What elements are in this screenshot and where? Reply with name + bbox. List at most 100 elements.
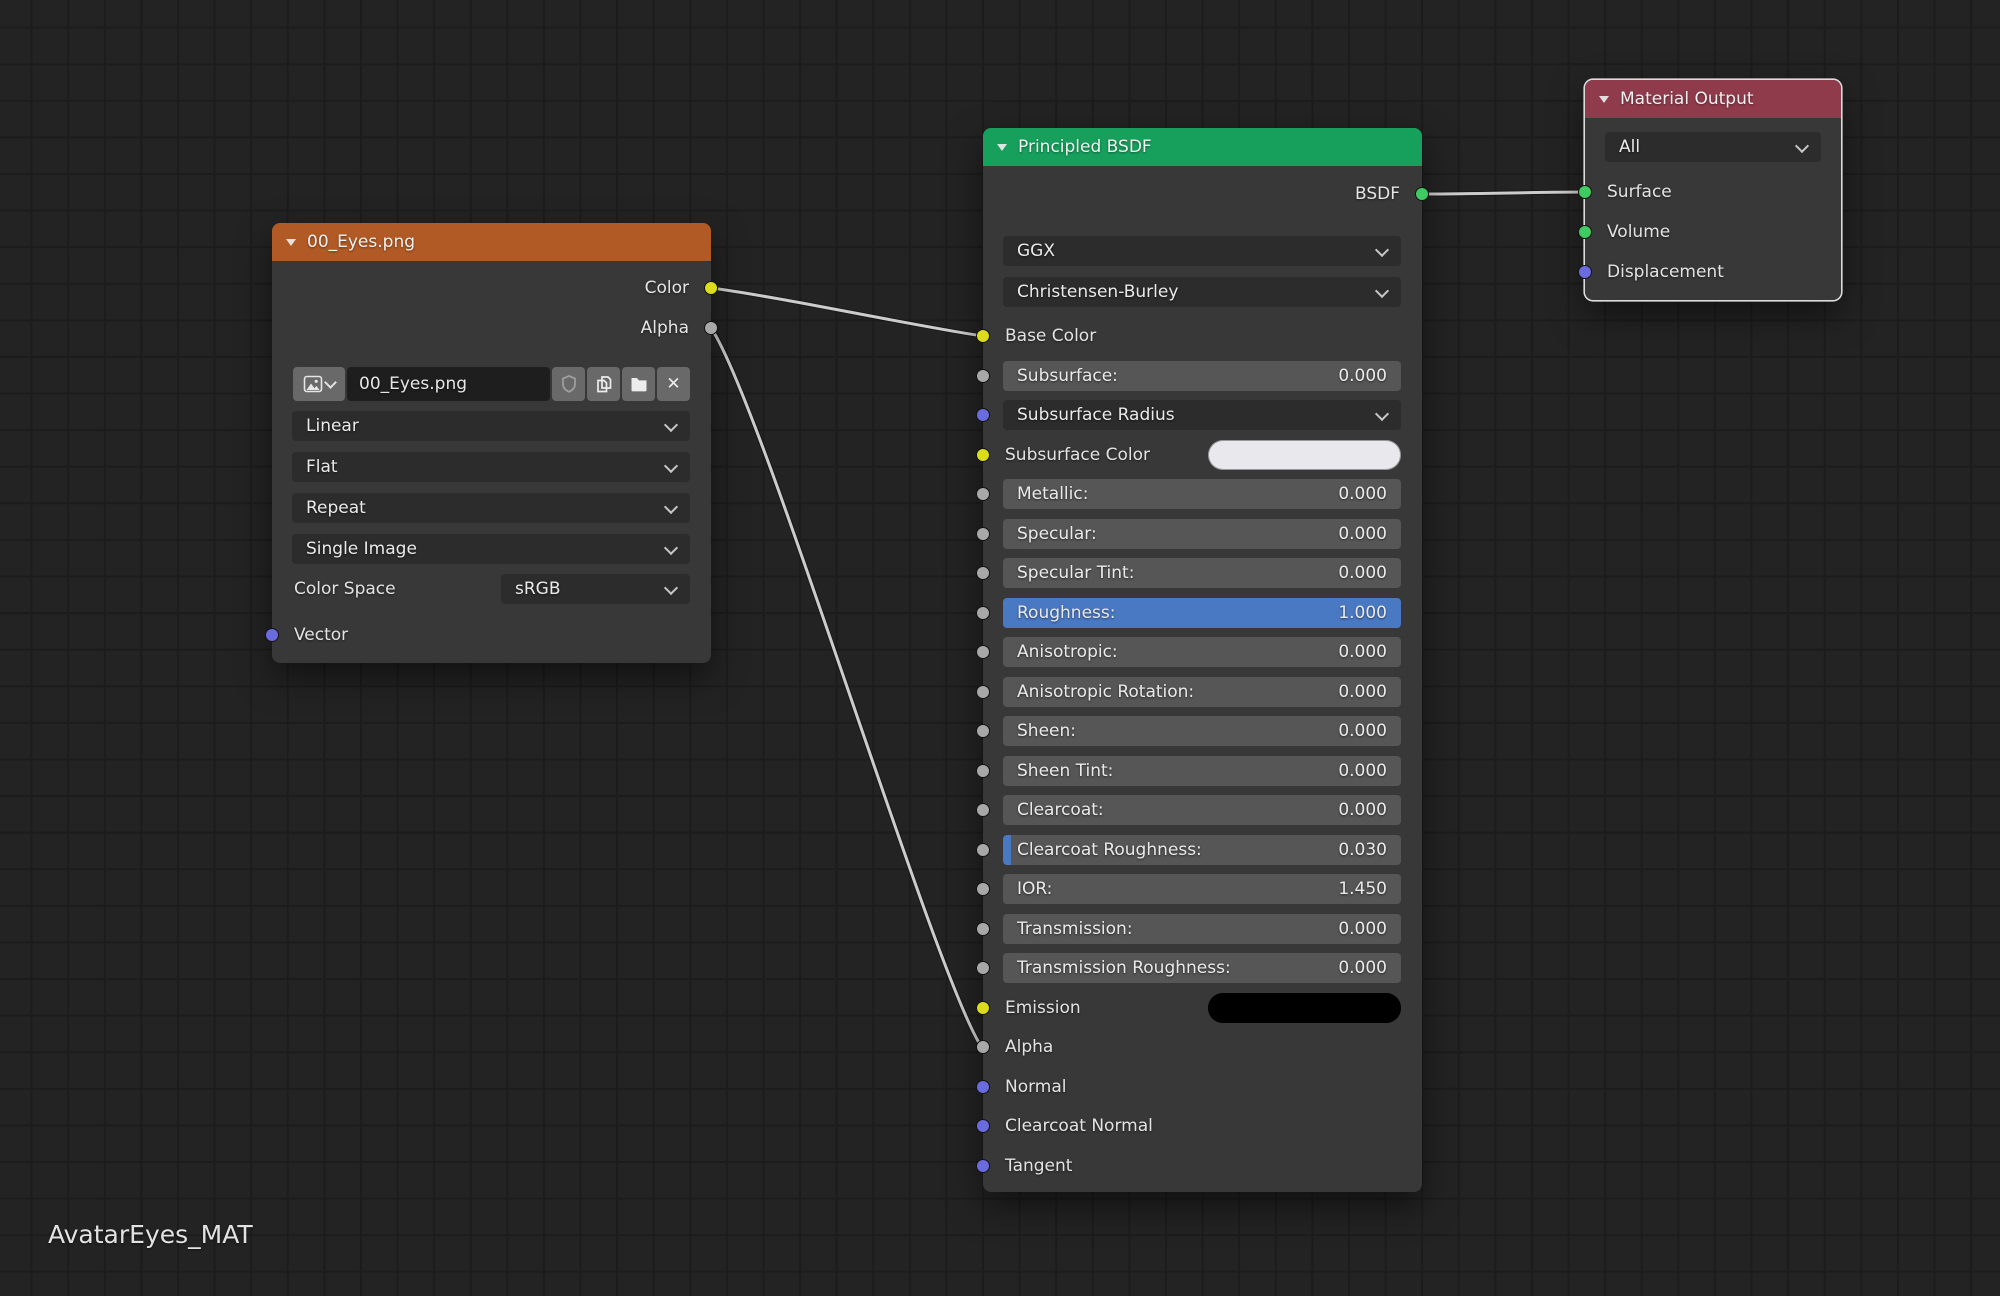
socket-base-color-input[interactable] — [976, 329, 990, 343]
socket-transmission-roughness-input[interactable] — [976, 961, 990, 975]
unlink-image-button[interactable]: ✕ — [657, 367, 690, 401]
row-label: Clearcoat Roughness: — [1017, 835, 1202, 865]
interpolation-dropdown[interactable]: Linear — [292, 411, 690, 441]
socket-anisotropic-rotation-input[interactable] — [976, 685, 990, 699]
node-principled-bsdf[interactable]: Principled BSDF BSDF GGX Christensen-Bur… — [983, 128, 1422, 1192]
socket-clearcoat-normal-input[interactable] — [976, 1119, 990, 1133]
socket-displacement-input[interactable] — [1578, 265, 1592, 279]
target-dropdown[interactable]: All — [1605, 132, 1821, 162]
socket-clearcoat-input[interactable] — [976, 803, 990, 817]
source-dropdown[interactable]: Single Image — [292, 534, 690, 564]
socket-surface-input[interactable] — [1578, 185, 1592, 199]
slider-specular[interactable]: Specular: 0.000 — [1003, 519, 1401, 549]
slider-metallic[interactable]: Metallic:0.000 — [1003, 479, 1401, 509]
chevron-down-icon — [664, 581, 678, 595]
socket-emission-input[interactable] — [976, 1001, 990, 1015]
chevron-down-icon — [1795, 139, 1809, 153]
slider-subsurface[interactable]: Subsurface:0.000 — [1003, 361, 1401, 391]
socket-volume-input[interactable] — [1578, 225, 1592, 239]
copy-icon — [594, 374, 614, 394]
chevron-down-icon — [664, 418, 678, 432]
image-node-title: 00_Eyes.png — [307, 232, 415, 252]
color-space-dropdown[interactable]: sRGB — [501, 574, 690, 604]
interpolation-value: Linear — [306, 411, 359, 441]
duplicate-image-button[interactable] — [587, 367, 620, 401]
output-node-title: Material Output — [1620, 89, 1754, 109]
row-label: Roughness: — [1017, 598, 1115, 628]
output-node-header[interactable]: Material Output — [1585, 80, 1841, 118]
row-value: 0.000 — [1338, 677, 1387, 707]
slider-roughness[interactable]: Roughness:1.000 — [1003, 598, 1401, 628]
socket-sheen-tint-input[interactable] — [976, 764, 990, 778]
socket-metallic-input[interactable] — [976, 487, 990, 501]
slider-clearcoat[interactable]: Clearcoat:0.000 — [1003, 795, 1401, 825]
socket-alpha-input[interactable] — [976, 1040, 990, 1054]
slider-transmission[interactable]: Transmission:0.000 — [1003, 914, 1401, 944]
slider-sheen-tint[interactable]: Sheen Tint:0.000 — [1003, 756, 1401, 786]
wire-bsdf-to-surface — [1422, 192, 1586, 194]
socket-tangent-input[interactable] — [976, 1159, 990, 1173]
slider-clearcoat-roughness[interactable]: Clearcoat Roughness:0.030 — [1003, 835, 1401, 865]
chevron-down-icon — [664, 541, 678, 555]
slider-transmission-roughness[interactable]: Transmission Roughness:0.000 — [1003, 953, 1401, 983]
socket-specular-tint-input[interactable] — [976, 566, 990, 580]
slider-fill — [1003, 835, 1011, 865]
image-node-header[interactable]: 00_Eyes.png — [272, 223, 711, 261]
color-swatch-emission[interactable] — [1208, 993, 1401, 1023]
socket-color-output[interactable] — [704, 281, 718, 295]
collapse-arrow-icon[interactable] — [1599, 96, 1609, 103]
collapse-arrow-icon[interactable] — [286, 239, 296, 246]
material-name-label: AvatarEyes_MAT — [48, 1220, 253, 1249]
folder-icon — [629, 375, 649, 393]
open-image-button[interactable] — [622, 367, 655, 401]
color-swatch-subsurface-color[interactable] — [1208, 440, 1401, 470]
extension-value: Repeat — [306, 493, 366, 523]
input-label-subsurface-color: Subsurface Color — [1005, 440, 1150, 470]
slider-specular-tint[interactable]: Specular Tint:0.000 — [1003, 558, 1401, 588]
collapse-arrow-icon[interactable] — [997, 144, 1007, 151]
dropdown-subsurface-radius[interactable]: Subsurface Radius — [1003, 400, 1401, 430]
socket-specular-input[interactable] — [976, 527, 990, 541]
row-label: Specular: — [1017, 519, 1097, 549]
projection-dropdown[interactable]: Flat — [292, 452, 690, 482]
chevron-down-icon — [1375, 284, 1389, 298]
wire-color-to-base-color — [711, 288, 983, 336]
socket-roughness-input[interactable] — [976, 606, 990, 620]
socket-bsdf-output[interactable] — [1415, 187, 1429, 201]
socket-anisotropic-input[interactable] — [976, 645, 990, 659]
image-name-field[interactable]: 00_Eyes.png — [347, 367, 550, 401]
socket-subsurface-radius-input[interactable] — [976, 408, 990, 422]
slider-anisotropic-rotation[interactable]: Anisotropic Rotation:0.000 — [1003, 677, 1401, 707]
socket-vector-input[interactable] — [265, 628, 279, 642]
bsdf-node-header[interactable]: Principled BSDF — [983, 128, 1422, 166]
distribution-dropdown[interactable]: GGX — [1003, 236, 1401, 266]
projection-value: Flat — [306, 452, 338, 482]
socket-ior-input[interactable] — [976, 882, 990, 896]
socket-alpha-output[interactable] — [704, 321, 718, 335]
socket-transmission-input[interactable] — [976, 922, 990, 936]
slider-ior[interactable]: IOR:1.450 — [1003, 874, 1401, 904]
slider-anisotropic[interactable]: Anisotropic:0.000 — [1003, 637, 1401, 667]
socket-normal-input[interactable] — [976, 1080, 990, 1094]
chevron-down-icon — [1375, 243, 1389, 257]
row-label: Sheen Tint: — [1017, 756, 1113, 786]
socket-clearcoat-roughness-input[interactable] — [976, 843, 990, 857]
node-editor-canvas[interactable]: 00_Eyes.png Color Alpha 00_Eyes.png — [0, 0, 2000, 1296]
subsurface-method-dropdown[interactable]: Christensen-Burley — [1003, 277, 1401, 307]
row-value: 0.000 — [1338, 479, 1387, 509]
output-label-alpha: Alpha — [641, 313, 689, 343]
fake-user-button[interactable] — [552, 367, 585, 401]
extension-dropdown[interactable]: Repeat — [292, 493, 690, 523]
slider-sheen[interactable]: Sheen:0.000 — [1003, 716, 1401, 746]
node-material-output[interactable]: Material Output All Surface Volume Displ… — [1585, 80, 1841, 300]
socket-subsurface-input[interactable] — [976, 369, 990, 383]
socket-subsurface-color-input[interactable] — [976, 448, 990, 462]
row-value: 0.000 — [1338, 519, 1387, 549]
surface-input-label: Surface — [1607, 177, 1672, 207]
image-datablock-menu[interactable] — [293, 367, 345, 401]
row-label: Sheen: — [1017, 716, 1076, 746]
node-image-texture[interactable]: 00_Eyes.png Color Alpha 00_Eyes.png — [272, 223, 711, 663]
socket-sheen-input[interactable] — [976, 724, 990, 738]
bsdf-node-title: Principled BSDF — [1018, 137, 1152, 157]
chevron-down-icon — [1375, 407, 1389, 421]
